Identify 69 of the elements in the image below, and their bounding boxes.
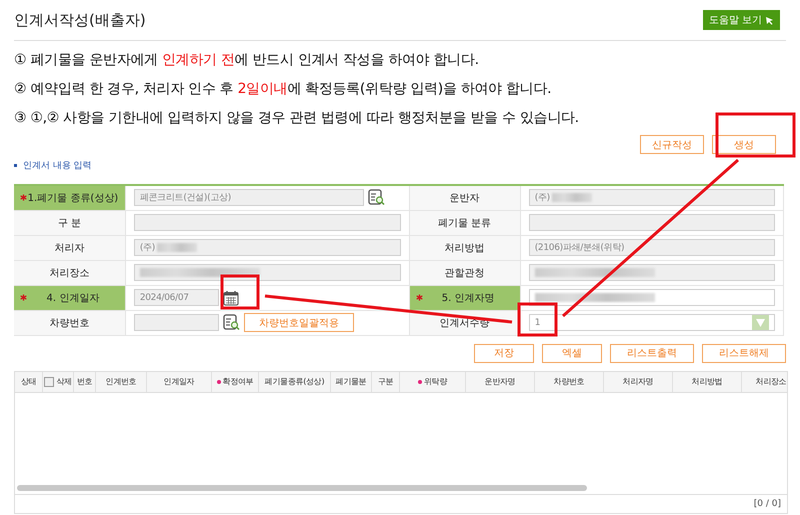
record-count: [0 / 0] — [754, 498, 781, 508]
highlight-box — [518, 302, 558, 336]
input-field[interactable] — [134, 214, 401, 231]
input-field[interactable]: 폐콘크리트(건설)(고상) — [134, 189, 364, 206]
column-header: 차량번호 — [554, 376, 584, 387]
notice-text: ① 폐기물을 운반자에게 인계하기 전에 반드시 인계서 작성을 하여야 합니다. — [14, 51, 480, 70]
section-title: 인계서 내용 입력 — [23, 160, 92, 172]
column-header: 처리방법 — [692, 376, 722, 387]
notice-text: ③ ①,② 사항을 기한내에 입력하지 않을 경우 관련 법령에 따라 행정처분을 받을 수 있습니다. — [14, 109, 580, 128]
search-icon[interactable] — [222, 314, 240, 331]
input-field[interactable] — [134, 264, 401, 281]
column-header: 처리장소 — [756, 376, 786, 387]
action-button[interactable]: 리스트해제 — [702, 344, 786, 362]
column-header: 구분 — [378, 376, 394, 387]
input-field[interactable]: (주) — [528, 189, 775, 206]
column-header: 인계번호 — [106, 376, 136, 387]
field-value: (주) — [534, 192, 550, 204]
field-value: 1 — [534, 318, 540, 328]
field-label: 구 분 — [14, 210, 126, 235]
column-header: 폐기물종류(성상) — [264, 376, 324, 387]
dropdown-icon — [756, 318, 765, 326]
checkbox[interactable] — [44, 376, 54, 386]
field-label: 4. 인계일자 — [14, 285, 126, 310]
action-button[interactable]: 생성 — [712, 135, 776, 154]
calendar-icon[interactable] — [222, 290, 239, 306]
field-value: 폐콘크리트(건설)(고상) — [140, 192, 231, 204]
field-label: 처리방법 — [409, 235, 520, 260]
column-header: 폐기물분 — [336, 376, 366, 387]
highlight-box — [220, 274, 260, 310]
column-header: 상태 — [20, 376, 36, 387]
column-header: 위탁량 — [424, 376, 448, 387]
field-label: 5. 인계자명 — [409, 285, 520, 310]
field-label: 차량번호 — [14, 310, 126, 335]
page-title: 인계서작성(배출자) — [14, 10, 146, 30]
field-value: (2106)파쇄/분쇄(위탁) — [534, 242, 624, 254]
field-label: 1.폐기물 종류(성상) — [14, 185, 126, 210]
field-label: 처리자 — [14, 235, 126, 260]
field-label: 관할관청 — [409, 260, 520, 285]
select-field[interactable]: 1 — [528, 314, 775, 331]
required-dot — [418, 380, 422, 384]
input-field[interactable]: (주) — [134, 239, 401, 256]
column-header: 처리자명 — [622, 376, 654, 387]
field-value: (주) — [140, 242, 155, 254]
field-label: 폐기물 분류 — [409, 210, 520, 235]
action-button[interactable]: 엑셀 — [542, 344, 602, 362]
input-field[interactable] — [528, 264, 775, 281]
column-header: 인계일자 — [164, 376, 194, 387]
column-header: 번호 — [76, 376, 92, 387]
field-label: 운반자 — [409, 185, 520, 210]
pointer-icon — [765, 16, 774, 24]
input-field[interactable]: (2106)파쇄/분쇄(위탁) — [528, 239, 775, 256]
column-header: 운반자명 — [484, 376, 516, 387]
required-dot — [216, 380, 221, 384]
field-label: 처리장소 — [14, 260, 126, 285]
help-button[interactable]: 도움말 보기 — [702, 10, 780, 30]
input-field[interactable] — [134, 314, 219, 331]
action-button[interactable]: 신규작성 — [640, 135, 704, 154]
input-field[interactable] — [528, 214, 775, 231]
apply-button[interactable]: 차량번호일괄적용 — [244, 313, 354, 332]
input-field[interactable] — [528, 289, 775, 306]
notice-text: ② 예약입력 한 경우, 처리자 인수 후 2일이내에 확정등록(위탁량 입력)을 하여야 합니다. — [14, 80, 552, 99]
field-value: 2024/06/07 — [140, 292, 189, 302]
search-icon[interactable] — [368, 189, 385, 206]
action-button[interactable]: 저장 — [474, 344, 534, 362]
action-button[interactable]: 리스트출력 — [610, 344, 694, 362]
scrollbar[interactable] — [17, 484, 587, 490]
date-field[interactable]: 2024/06/07 — [134, 289, 219, 306]
column-header: 삭제 — [56, 376, 72, 387]
column-header: 확정여부 — [222, 376, 254, 387]
